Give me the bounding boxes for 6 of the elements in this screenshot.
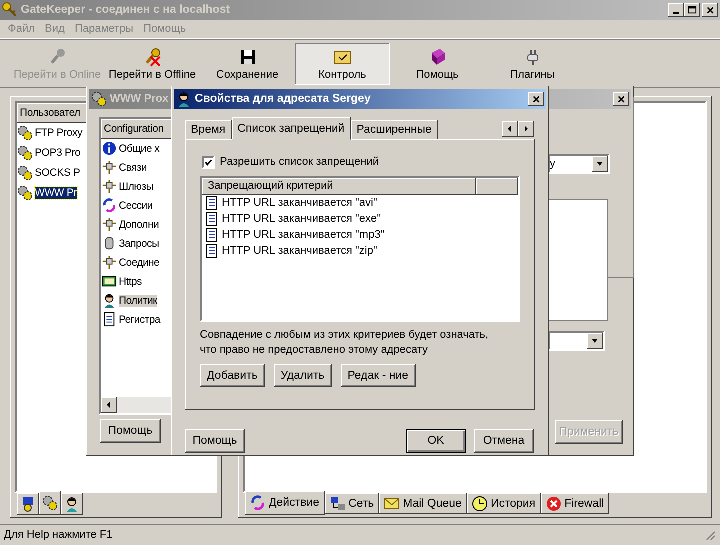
window-title: GateKeeper - соединен с на localhost bbox=[21, 4, 230, 16]
column-header: Запрещающий критерий bbox=[202, 178, 476, 196]
note-text: Совпадение с любым из этих критериев будет означать, что право не предоставлено этому адресату bbox=[200, 328, 490, 358]
window-title: Свойства для адресата Sergey bbox=[195, 93, 371, 105]
window-title: WWW Prox bbox=[110, 93, 169, 105]
status-text: Для Help нажмите F1 bbox=[4, 529, 113, 541]
